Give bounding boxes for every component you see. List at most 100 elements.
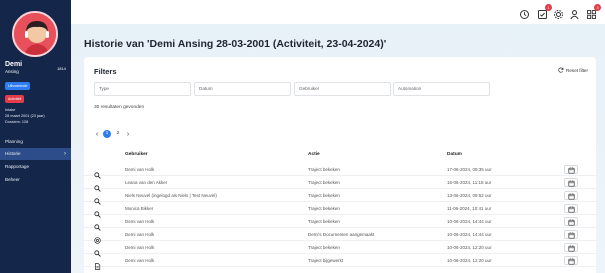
refresh-icon [558,67,564,73]
cell-action: Traject bekeken [308,167,340,172]
calendar-button[interactable] [564,191,578,200]
grid-badge: 3 [594,4,601,11]
page-2[interactable]: 2 [114,130,122,138]
cell-user: Demi van Holk [125,219,155,224]
filter-date[interactable]: Datum [194,82,291,96]
cell-action: Traject bekeken [308,180,340,185]
table-row: Leana van den Akker Traject bekeken 15-06-… [84,177,596,192]
filter-date-placeholder: Datum [199,86,213,91]
cell-action: Traject bijgewerkt [308,258,344,263]
cell-user: Demi van Holk [125,258,155,263]
gear-icon[interactable] [553,7,564,19]
cell-user: Monica Bikker [125,206,154,211]
search-icon [94,192,101,205]
tasks-icon[interactable]: 1 [537,4,552,19]
cell-date: 11-06-2024, 10:41 uur [447,206,492,211]
cell-date: 10-06-2024, 14:44 uur [447,219,492,224]
nav-historie[interactable]: Historie › [0,148,71,160]
nav-rapportage[interactable]: Rapportage [0,161,71,173]
pagination: ‹ 1 2 › [94,130,131,138]
cell-action: Traject bekeken [308,206,340,211]
nav-label: Beheer [5,177,20,182]
calendar-button[interactable] [564,217,578,226]
header-user: Gebruiker [125,152,148,157]
topbar: 1 3 [71,0,605,24]
main-content: Historie van 'Demi Ansing 28-03-2001 (Ac… [71,24,605,273]
cell-date: 13-06-2024, 09:52 uur [447,193,492,198]
filter-automation-placeholder: Automation [398,86,422,91]
cell-action: Traject bekeken [308,219,340,224]
cell-user: Demi van Holk [125,232,155,237]
results-count: 30 resultaten gevonden [94,105,145,110]
header-date: Datum [447,152,462,157]
filter-type-placeholder: Type [99,86,109,91]
search-icon [94,205,101,218]
page-title: Historie van 'Demi Ansing 28-03-2001 (Ac… [84,38,387,50]
user-icon[interactable] [569,7,580,20]
history-icon[interactable] [519,7,530,19]
cell-user: Leana van den Akker [125,180,168,185]
cell-action: Traject bekeken [308,245,340,250]
status-badge: Activiteit [5,95,25,103]
table-row: Demi van Holk Traject bekeken 17-06-2024, … [84,164,596,179]
sidebar: Demi Ansing 1814 Uitvoerende Activiteit … [0,0,71,273]
info-birthdate: 28 maart 2001 (23 jaar) [5,114,45,118]
role-badge: Uitvoerende [5,82,31,90]
cell-date: 15-06-2024, 11:18 uur [447,180,492,185]
calendar-button[interactable] [564,178,578,187]
table-row: Demi van Holk Traject bijgewerkt 10-06-202… [84,255,596,270]
reset-filter-label: Reset filter [566,67,588,73]
filter-user-placeholder: Gebruiker [299,86,320,91]
calendar-button[interactable] [564,256,578,265]
filter-type[interactable]: Type [94,82,191,96]
search-icon [94,218,101,231]
cell-user: Demi van Holk [125,167,155,172]
nav-planning[interactable]: Planning [0,136,71,148]
info-intake: Intake [5,108,16,112]
calendar-button[interactable] [564,230,578,239]
page-1[interactable]: 1 [103,130,111,138]
calendar-button[interactable] [564,165,578,174]
reset-filter-button[interactable]: Reset filter [558,67,588,73]
document-icon [94,257,101,270]
filter-automation[interactable]: Automation [393,82,490,96]
cell-action: Traject bekeken [308,193,340,198]
table-header: Gebruiker Actie Datum [84,152,596,161]
next-page-icon[interactable]: › [125,131,131,138]
nav-label: Planning [5,139,23,144]
nav-beheer[interactable]: Beheer [0,174,71,186]
filters-title: Filters [94,67,117,76]
table-row: Demi van Holk Demi's Documenten aangemaak… [84,229,596,244]
search-icon [94,244,101,257]
cell-action: Demi's Documenten aangemaakt [308,232,375,237]
search-icon [94,179,101,192]
chevron-right-icon: › [64,151,66,157]
table-row: Monica Bikker Traject bekeken 11-06-2024, … [84,203,596,218]
nav-label: Rapportage [5,164,30,169]
filter-user[interactable]: Gebruiker [294,82,391,96]
cell-date: 17-06-2024, 09:35 uur [447,167,492,172]
cell-date: 10-06-2024, 14:44 uur [447,232,492,237]
user-code: 1814 [57,66,66,71]
tasks-badge: 1 [545,4,552,11]
avatar [12,11,58,57]
nav-label: Historie [5,151,21,156]
table-row: Demi van Holk Traject bekeken 10-06-2024, … [84,216,596,231]
calendar-button[interactable] [564,243,578,252]
info-dossiers: Dossiers: 128 [5,120,29,124]
cell-user: Demi van Holk [125,245,155,250]
settings-icon [94,231,101,244]
search-icon [94,166,101,179]
cell-date: 10-06-2024, 12:20 uur [447,245,492,250]
table-row: Demi van Holk Traject bekeken 10-06-2024, … [84,242,596,257]
table-row: Niels Neuvel (ingelogd als Niels | Test … [84,190,596,205]
cell-user: Niels Neuvel (ingelogd als Niels | Test … [125,193,217,198]
calendar-button[interactable] [564,204,578,213]
prev-page-icon[interactable]: ‹ [94,131,100,138]
cell-date: 10-06-2024, 12:20 uur [447,258,492,263]
header-action: Actie [308,152,320,157]
grid-icon[interactable]: 3 [586,4,601,19]
user-surname: Ansing [5,69,19,74]
history-card: Filters Reset filter Type Datum Gebruike… [84,57,596,273]
user-name: Demi [5,61,23,68]
